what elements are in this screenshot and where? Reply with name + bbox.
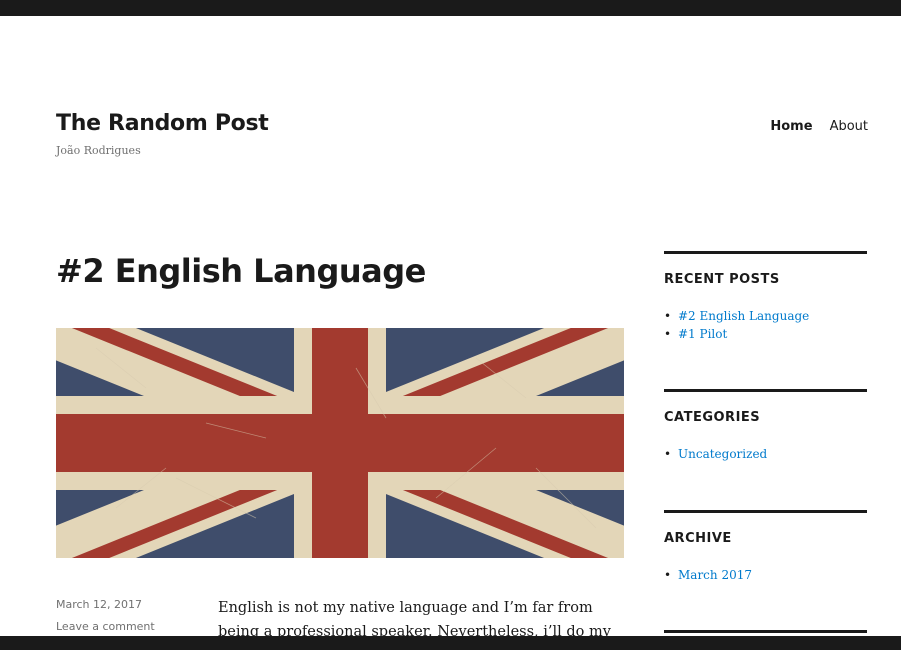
nav-home-link[interactable]: Home [770, 119, 812, 134]
post-content: English is not my native language and I’… [218, 600, 611, 636]
categories-widget: CATEGORIES • Uncategorized [664, 389, 867, 463]
bullet-icon: • [664, 447, 672, 461]
featured-image[interactable] [56, 328, 624, 558]
bullet-icon: • [664, 327, 672, 341]
site-description: João Rodrigues [56, 144, 141, 157]
widget-title: CATEGORIES [664, 410, 761, 425]
recent-posts-list: • #2 English Language • #1 Pilot [664, 307, 867, 343]
page: The Random Post João Rodrigues Home Abou… [0, 16, 901, 636]
categories-list: • Uncategorized [664, 445, 867, 463]
next-widget [664, 630, 867, 633]
recent-post-link[interactable]: #2 English Language [678, 307, 809, 325]
bullet-icon: • [664, 568, 672, 582]
post-meta: March 12, 2017 Leave a comment [56, 598, 155, 636]
leave-comment-link[interactable]: Leave a comment [56, 620, 155, 633]
list-item: • March 2017 [664, 566, 867, 584]
category-link[interactable]: Uncategorized [678, 445, 767, 463]
main-navigation: Home About [770, 119, 868, 134]
union-jack-flag-image [56, 328, 624, 558]
post-date-link[interactable]: March 12, 2017 [56, 598, 155, 611]
list-item: • Uncategorized [664, 445, 867, 463]
site-title[interactable]: The Random Post [56, 111, 269, 136]
nav-about-link[interactable]: About [830, 119, 868, 134]
bullet-icon: • [664, 309, 672, 323]
recent-post-link[interactable]: #1 Pilot [678, 325, 727, 343]
widget-title: RECENT POSTS [664, 272, 780, 287]
post-title[interactable]: #2 English Language [56, 252, 426, 290]
archive-widget: ARCHIVE • March 2017 [664, 510, 867, 584]
browser-bottom-bar [0, 636, 901, 650]
list-item: • #2 English Language [664, 307, 867, 325]
list-item: • #1 Pilot [664, 325, 867, 343]
archive-list: • March 2017 [664, 566, 867, 584]
widget-title: ARCHIVE [664, 531, 732, 546]
browser-top-bar [0, 0, 901, 16]
archive-link[interactable]: March 2017 [678, 566, 752, 584]
recent-posts-widget: RECENT POSTS • #2 English Language • #1 Pi… [664, 251, 867, 343]
